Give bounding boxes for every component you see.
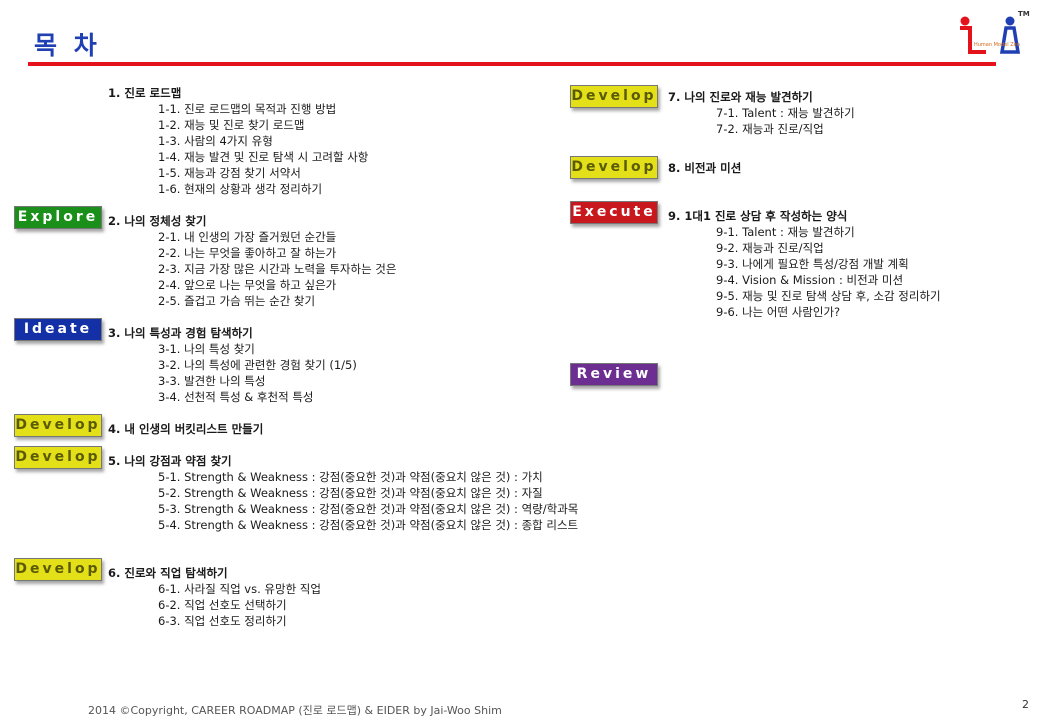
toc-item[interactable]: 9-5. 재능 및 진로 탐색 상담 후, 소감 정리하기 <box>668 288 941 304</box>
toc-item[interactable]: 6-1. 사라질 직업 vs. 유망한 직업 <box>108 581 578 597</box>
toc-left-column: 1. 진로 로드맵 1-1. 진로 로드맵의 목적과 진행 방법 1-2. 재능… <box>14 85 578 629</box>
toc-item[interactable]: 3-1. 나의 특성 찾기 <box>108 341 578 357</box>
logo-tagline: Human Model Zen <box>974 42 1020 48</box>
toc-item[interactable]: 6-2. 직업 선호도 선택하기 <box>108 597 578 613</box>
copyright-footer: 2014 ©Copyright, CAREER ROADMAP (진로 로드맵)… <box>88 704 502 717</box>
toc-item[interactable]: 2-1. 내 인생의 가장 즐거웠던 순간들 <box>108 229 578 245</box>
toc-section-title[interactable]: 9. 1대1 진로 상담 후 작성하는 양식 <box>668 208 941 224</box>
toc-section-8: Develop 8. 비전과 미션 <box>570 156 941 179</box>
toc-section-title[interactable]: 3. 나의 특성과 경험 탐색하기 <box>108 325 578 341</box>
toc-section-2: Explore 2. 나의 정체성 찾기 2-1. 내 인생의 가장 즐거웠던 … <box>14 206 578 309</box>
toc-item[interactable]: 5-2. Strength & Weakness : 강점(중요한 것)과 약점… <box>108 485 578 501</box>
toc-item[interactable]: 2-3. 지금 가장 많은 시간과 노력을 투자하는 것은 <box>108 261 578 277</box>
toc-item[interactable]: 9-1. Talent : 재능 발견하기 <box>668 224 941 240</box>
toc-item[interactable]: 9-2. 재능과 진로/직업 <box>668 240 941 256</box>
toc-section-title[interactable]: 1. 진로 로드맵 <box>108 85 578 101</box>
toc-right-column: Develop 7. 나의 진로와 재능 발견하기 7-1. Talent : … <box>570 85 941 386</box>
toc-item[interactable]: 9-6. 나는 어떤 사람인가? <box>668 304 941 320</box>
toc-item[interactable]: 2-5. 즐겁고 가슴 뛰는 순간 찾기 <box>108 293 578 309</box>
toc-item[interactable]: 3-2. 나의 특성에 관련한 경험 찾기 (1/5) <box>108 357 578 373</box>
toc-item[interactable]: 1-3. 사람의 4가지 유형 <box>108 133 578 149</box>
explore-badge: Explore <box>14 206 102 229</box>
develop-badge: Develop <box>14 558 102 581</box>
toc-item[interactable]: 5-4. Strength & Weakness : 강점(중요한 것)과 약점… <box>108 517 578 533</box>
toc-item[interactable]: 6-3. 직업 선호도 정리하기 <box>108 613 578 629</box>
develop-badge: Develop <box>14 446 102 469</box>
trademark-mark: TM <box>1018 10 1030 18</box>
toc-item[interactable]: 1-4. 재능 발견 및 진로 탐색 시 고려할 사항 <box>108 149 578 165</box>
develop-badge: Develop <box>570 85 658 108</box>
execute-badge: Execute <box>570 201 658 224</box>
toc-item[interactable]: 7-1. Talent : 재능 발견하기 <box>668 105 941 121</box>
toc-item[interactable]: 9-4. Vision & Mission : 비전과 미션 <box>668 272 941 288</box>
toc-section-1: 1. 진로 로드맵 1-1. 진로 로드맵의 목적과 진행 방법 1-2. 재능… <box>108 85 578 197</box>
brand-logo: Human Model Zen TM <box>960 10 1030 54</box>
toc-item[interactable]: 3-3. 발견한 나의 특성 <box>108 373 578 389</box>
page-title: 목 차 <box>34 31 101 60</box>
toc-section-5: Develop 5. 나의 강점과 약점 찾기 5-1. Strength & … <box>14 446 578 533</box>
ideate-badge: Ideate <box>14 318 102 341</box>
develop-badge: Develop <box>570 156 658 179</box>
review-badge: Review <box>570 363 658 386</box>
toc-item[interactable]: 1-2. 재능 및 진로 찾기 로드맵 <box>108 117 578 133</box>
toc-section-title[interactable]: 4. 내 인생의 버킷리스트 만들기 <box>108 421 578 437</box>
toc-item[interactable]: 9-3. 나에게 필요한 특성/강점 개발 계획 <box>668 256 941 272</box>
toc-section-7: Develop 7. 나의 진로와 재능 발견하기 7-1. Talent : … <box>570 85 941 137</box>
toc-item[interactable]: 1-6. 현재의 상황과 생각 정리하기 <box>108 181 578 197</box>
toc-item[interactable]: 2-2. 나는 무엇을 좋아하고 잘 하는가 <box>108 245 578 261</box>
page-number: 2 <box>1022 698 1029 711</box>
toc-item[interactable]: 1-5. 재능과 강점 찾기 서약서 <box>108 165 578 181</box>
title-underline <box>28 62 996 66</box>
toc-section-3: Ideate 3. 나의 특성과 경험 탐색하기 3-1. 나의 특성 찾기 3… <box>14 318 578 405</box>
toc-item[interactable]: 5-3. Strength & Weakness : 강점(중요한 것)과 약점… <box>108 501 578 517</box>
toc-item[interactable]: 5-1. Strength & Weakness : 강점(중요한 것)과 약점… <box>108 469 578 485</box>
toc-section-title[interactable]: 5. 나의 강점과 약점 찾기 <box>108 453 578 469</box>
toc-section-title[interactable]: 8. 비전과 미션 <box>668 160 941 176</box>
toc-section-title[interactable]: 7. 나의 진로와 재능 발견하기 <box>668 89 941 105</box>
toc-item[interactable]: 1-1. 진로 로드맵의 목적과 진행 방법 <box>108 101 578 117</box>
toc-section-9: Execute 9. 1대1 진로 상담 후 작성하는 양식 9-1. Tale… <box>570 201 941 320</box>
toc-item[interactable]: 3-4. 선천적 특성 & 후천적 특성 <box>108 389 578 405</box>
toc-section-4: Develop 4. 내 인생의 버킷리스트 만들기 <box>14 414 578 437</box>
toc-item[interactable]: 2-4. 앞으로 나는 무엇을 하고 싶은가 <box>108 277 578 293</box>
develop-badge: Develop <box>14 414 102 437</box>
toc-item[interactable]: 7-2. 재능과 진로/직업 <box>668 121 941 137</box>
toc-section-title[interactable]: 6. 진로와 직업 탐색하기 <box>108 565 578 581</box>
toc-section-6: Develop 6. 진로와 직업 탐색하기 6-1. 사라질 직업 vs. 유… <box>14 558 578 629</box>
toc-section-title[interactable]: 2. 나의 정체성 찾기 <box>108 213 578 229</box>
